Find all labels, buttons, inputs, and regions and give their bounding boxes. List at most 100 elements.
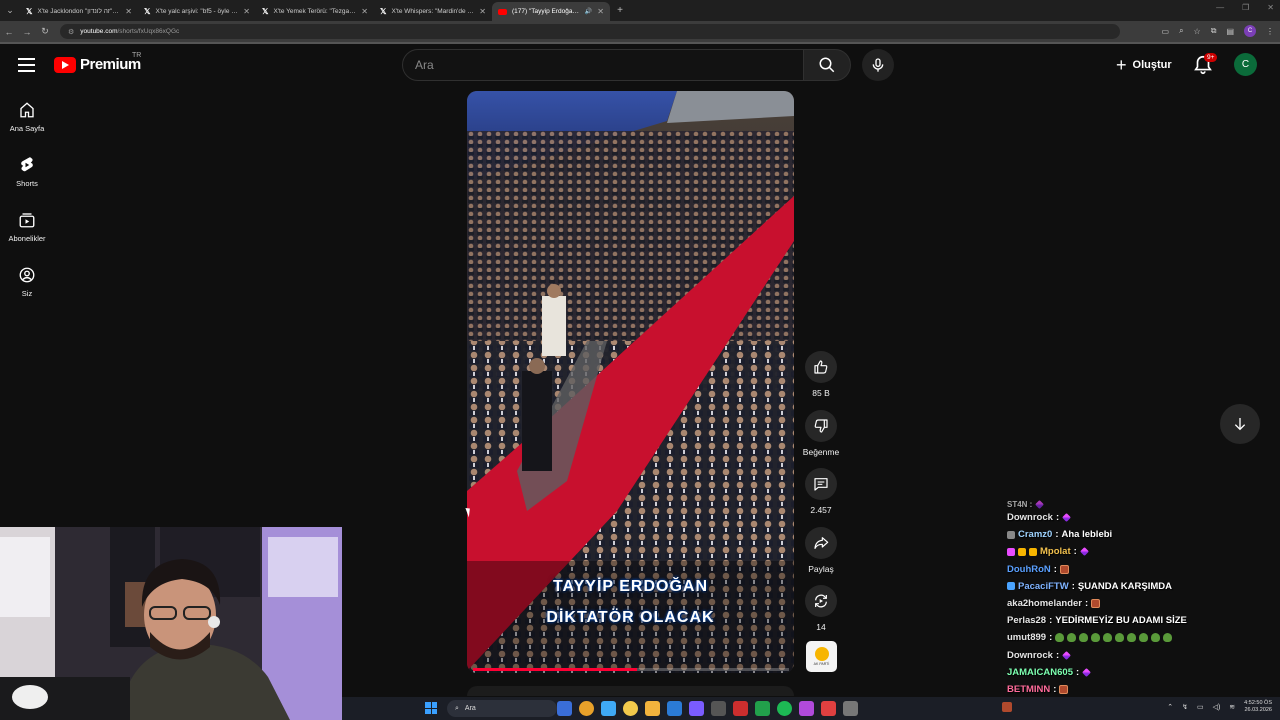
xbox-icon[interactable] bbox=[755, 701, 770, 716]
extensions-icon[interactable]: ⧉ bbox=[1211, 26, 1217, 36]
create-label: Oluştur bbox=[1132, 59, 1172, 71]
youtube-play-icon bbox=[54, 56, 76, 73]
copilot-icon[interactable] bbox=[579, 701, 594, 716]
discord-icon[interactable] bbox=[689, 701, 704, 716]
pencil-emote-icon bbox=[1062, 650, 1072, 660]
video-progress-bar[interactable] bbox=[473, 668, 789, 671]
tab-close-icon[interactable]: ✕ bbox=[479, 7, 486, 16]
browser-tab[interactable]: (177) "Tayyip Erdoğan Dikta..." 🔊 ✕ bbox=[492, 2, 610, 21]
browser-tab[interactable]: 𝕏 X'te Whispers: "Mardin'de yol ve..." ✕ bbox=[374, 2, 492, 21]
side-navigation: Ana Sayfa Shorts Abonelikler Siz bbox=[0, 92, 54, 312]
tab-search-chevron-icon[interactable]: ⌄ bbox=[0, 0, 20, 21]
browser-tab-title: X'te Whispers: "Mardin'de yol ve..." bbox=[391, 8, 475, 15]
sidebar-item-home[interactable]: Ana Sayfa bbox=[0, 92, 54, 147]
voice-search-button[interactable] bbox=[862, 49, 894, 81]
browser-tab-title: X'te Yemek Terörü: "Tezgah terc..." bbox=[273, 8, 356, 15]
sidebar-item-shorts[interactable]: Shorts bbox=[0, 147, 54, 202]
search-input[interactable] bbox=[415, 58, 803, 72]
remix-count: 14 bbox=[816, 622, 826, 632]
tray-battery-icon[interactable]: ▭ bbox=[1197, 703, 1204, 711]
subscriptions-icon bbox=[19, 213, 35, 228]
next-short-button[interactable] bbox=[1220, 404, 1260, 444]
share-button[interactable] bbox=[805, 526, 837, 559]
sound-source-thumbnail[interactable]: AK PARTİ bbox=[806, 641, 837, 672]
like-button[interactable] bbox=[805, 351, 837, 383]
zoom-icon[interactable]: ⌕ bbox=[1179, 26, 1183, 36]
frog-emote-icon bbox=[1115, 633, 1125, 643]
search-button[interactable] bbox=[803, 49, 851, 81]
tab-close-icon[interactable]: ✕ bbox=[361, 7, 368, 16]
pencil-emote-icon bbox=[1062, 513, 1072, 523]
chat-message: Downrock: bbox=[1007, 509, 1247, 526]
browser-tab[interactable]: 𝕏 X'te yalc arşivi: "bf5 - öyle bi anı...… bbox=[138, 2, 256, 21]
comment-icon bbox=[814, 478, 828, 491]
create-button[interactable]: + Oluştur bbox=[1106, 52, 1182, 78]
taskbar-clock[interactable]: 4:52:50 ÖS 26.03.2026 bbox=[1244, 700, 1272, 714]
chat-separator: : bbox=[1055, 512, 1060, 524]
windows-start-icon[interactable] bbox=[425, 702, 437, 714]
file-explorer-icon[interactable] bbox=[645, 701, 660, 716]
sidebar-item-label: Shorts bbox=[16, 179, 38, 188]
tab-close-icon[interactable]: ✕ bbox=[125, 7, 132, 16]
cloud-app-icon[interactable] bbox=[667, 701, 682, 716]
thumbs-down-icon bbox=[814, 418, 828, 433]
chat-badge-icon bbox=[1007, 547, 1015, 556]
tab-audio-icon[interactable]: 🔊 bbox=[585, 8, 592, 15]
task-view-icon[interactable] bbox=[557, 701, 572, 716]
tray-wifi-icon[interactable]: ≋ bbox=[1229, 703, 1235, 711]
plus-icon: + bbox=[1116, 55, 1127, 75]
record-app-icon[interactable] bbox=[821, 701, 836, 716]
browser-tab-bar: ⌄ 𝕏X'te Jacklondon "זה לונדון" Xal...✕𝕏X… bbox=[0, 0, 1280, 21]
bookmark-star-icon[interactable]: ☆ bbox=[1194, 27, 1201, 36]
dislike-button[interactable] bbox=[805, 409, 837, 442]
browser-tab[interactable]: 𝕏 X'te Yemek Terörü: "Tezgah terc..." ✕ bbox=[256, 2, 374, 21]
tray-network-icon[interactable]: ↯ bbox=[1182, 703, 1188, 711]
steam-icon[interactable] bbox=[711, 701, 726, 716]
chat-text: Aha leblebi bbox=[1061, 529, 1113, 541]
reload-icon[interactable]: ↻ bbox=[36, 26, 54, 37]
menu-icon[interactable] bbox=[18, 58, 35, 72]
tab-close-icon[interactable]: ✕ bbox=[597, 7, 604, 16]
settings-app-icon[interactable] bbox=[843, 701, 858, 716]
search-box bbox=[402, 49, 804, 81]
back-icon[interactable]: ← bbox=[0, 27, 18, 37]
profile-avatar[interactable]: C bbox=[1244, 25, 1256, 37]
browser-tab[interactable]: 𝕏 X'te Jacklondon "זה לונדון" Xal... ✕ bbox=[20, 2, 138, 21]
media-app-icon[interactable] bbox=[733, 701, 748, 716]
sidepanel-icon[interactable]: ▤ bbox=[1226, 27, 1234, 36]
tray-chevron-up-icon[interactable]: ⌃ bbox=[1167, 703, 1173, 711]
comments-action: 2.457 bbox=[801, 468, 841, 527]
obs-icon[interactable] bbox=[799, 701, 814, 716]
chat-username: PacaciFTW bbox=[1018, 580, 1069, 592]
chrome-icon[interactable] bbox=[623, 701, 638, 716]
sidebar-item-you[interactable]: Siz bbox=[0, 257, 54, 312]
chat-badge-icon bbox=[1007, 530, 1015, 539]
browser-menu-icon[interactable]: ⋮ bbox=[1266, 27, 1274, 36]
microphone-icon bbox=[872, 58, 884, 72]
restore-icon[interactable]: ❐ bbox=[1242, 3, 1249, 12]
url-field[interactable]: ⚙ youtube.com/shorts/fxUqx86xQGc bbox=[60, 24, 1120, 39]
minimize-icon[interactable]: — bbox=[1216, 3, 1224, 12]
comments-button[interactable] bbox=[805, 468, 837, 500]
sidebar-item-subscriptions[interactable]: Abonelikler bbox=[0, 202, 54, 257]
new-tab-button[interactable]: + bbox=[610, 5, 630, 16]
taskbar-search-icon: ⌕ bbox=[455, 704, 459, 712]
shorts-video-player[interactable]: TAYYİP ERDOĞAN DİKTATÖR OLACAK bbox=[467, 91, 794, 673]
spotify-icon[interactable] bbox=[777, 701, 792, 716]
close-window-icon[interactable]: ✕ bbox=[1267, 3, 1274, 12]
box-emote-icon bbox=[1091, 599, 1101, 609]
browser-toolbar: ▭ ⌕ ☆ ⧉ ▤ C ⋮ bbox=[1162, 25, 1274, 37]
tray-volume-icon[interactable]: ◁) bbox=[1213, 703, 1221, 711]
edge-icon[interactable] bbox=[601, 701, 616, 716]
site-info-icon[interactable]: ⚙ bbox=[68, 28, 74, 36]
forward-icon[interactable]: → bbox=[18, 27, 36, 37]
remix-button[interactable] bbox=[805, 585, 837, 617]
chat-username: Mpolat bbox=[1040, 546, 1071, 558]
like-count: 85 B bbox=[812, 388, 830, 398]
tab-close-icon[interactable]: ✕ bbox=[243, 7, 250, 16]
taskbar-search[interactable]: ⌕ Ara bbox=[447, 700, 557, 717]
comment-count: 2.457 bbox=[810, 505, 832, 515]
youtube-premium-logo[interactable]: Premium bbox=[54, 56, 141, 73]
account-avatar[interactable]: C bbox=[1234, 53, 1257, 76]
cast-icon[interactable]: ▭ bbox=[1162, 27, 1170, 36]
